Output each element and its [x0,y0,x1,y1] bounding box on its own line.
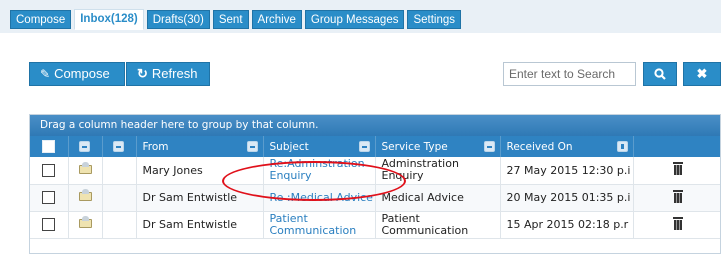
actions-header [633,136,720,157]
message-table: From Subject Service Type Received On Ma… [30,136,720,239]
filter-icon[interactable] [79,141,90,152]
received-on-cell: 20 May 2015 01:35 p.i [500,184,634,212]
sort-icon[interactable] [616,141,628,152]
tab-compose[interactable]: Compose [10,10,72,29]
subject-link[interactable]: Re:Adminstration Enquiry [263,157,376,185]
tab-archive[interactable]: Archive [251,10,302,29]
received-on-cell: 27 May 2015 12:30 p.i [500,157,634,185]
service-type-cell: Medical Advice [375,184,501,212]
trash-icon[interactable] [672,189,683,203]
row-checkbox[interactable] [42,164,56,177]
filter-icon[interactable] [358,141,370,152]
tab-inbox[interactable]: Inbox(128) [74,9,144,30]
subject-link[interactable]: Re :Medical Advice [263,184,376,212]
table-row[interactable]: Mary Jones Re:Adminstration Enquiry Admi… [30,157,720,185]
select-all-checkbox[interactable] [42,140,56,153]
filter-icon[interactable] [113,141,124,152]
envelope-icon [78,216,92,228]
tab-drafts[interactable]: Drafts(30) [146,10,210,29]
group-by-bar[interactable]: Drag a column header here to group by th… [30,115,720,136]
tab-group-messages[interactable]: Group Messages [304,10,405,29]
table-row[interactable]: Dr Sam Entwistle Patient Communication P… [30,211,720,239]
refresh-button[interactable]: ↻ Refresh [126,62,210,86]
column-header-subject[interactable]: Subject [263,136,376,157]
message-grid: Drag a column header here to group by th… [29,114,721,254]
refresh-button-label: Refresh [151,66,198,81]
clear-search-button[interactable]: ✖ [683,62,721,86]
trash-icon[interactable] [672,162,683,176]
filter-icon[interactable] [246,141,258,152]
read-status-header[interactable] [68,136,103,157]
envelope-icon [78,189,92,201]
from-cell: Mary Jones [136,157,264,185]
from-cell: Dr Sam Entwistle [136,184,264,212]
search-button[interactable] [643,62,677,86]
tab-sent[interactable]: Sent [212,10,249,29]
tab-settings[interactable]: Settings [407,10,462,29]
compose-button-label: Compose [54,66,110,81]
from-cell: Dr Sam Entwistle [136,211,264,239]
trash-icon[interactable] [672,216,683,230]
tab-bar: Compose Inbox(128) Drafts(30) Sent Archi… [0,0,721,33]
flag-header[interactable] [102,136,137,157]
column-header-from[interactable]: From [136,136,264,157]
filter-icon[interactable] [483,141,495,152]
refresh-icon: ↻ [137,66,148,81]
subject-link[interactable]: Patient Communication [263,211,376,239]
select-all-header [30,136,69,157]
column-header-service-type[interactable]: Service Type [375,136,501,157]
search-icon [654,68,666,80]
compose-button[interactable]: ✎ Compose [29,62,125,86]
row-checkbox[interactable] [42,218,56,232]
service-type-cell: Patient Communication [375,211,501,239]
edit-icon: ✎ [40,67,51,81]
close-icon: ✖ [696,66,708,81]
search-input[interactable] [503,62,636,86]
service-type-cell: Adminstration Enquiry [375,157,501,185]
received-on-cell: 15 Apr 2015 02:18 p.r [500,211,634,239]
table-row[interactable]: Dr Sam Entwistle Re :Medical Advice Medi… [30,184,720,212]
row-checkbox[interactable] [42,191,56,205]
envelope-icon [78,161,92,174]
column-header-received-on[interactable]: Received On [500,136,634,157]
